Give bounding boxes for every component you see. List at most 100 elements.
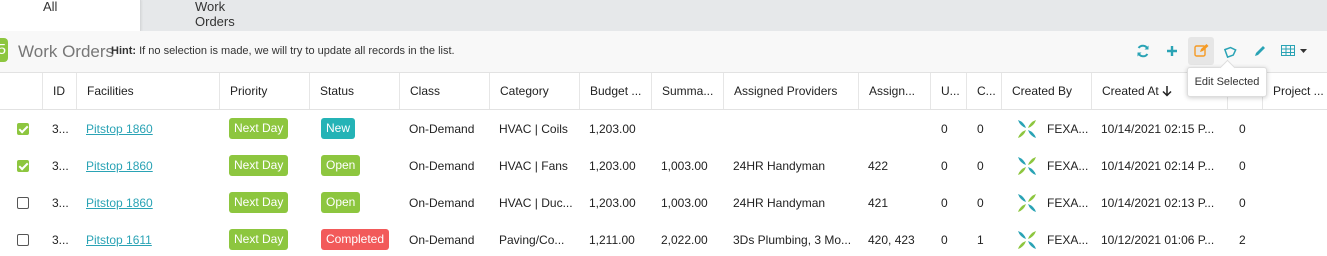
cell-summary (651, 110, 723, 147)
cell-u: 0 (941, 158, 948, 173)
cell-class: On-Demand (409, 121, 475, 136)
column-header-category[interactable]: Category (489, 73, 579, 109)
facility-link[interactable]: Pitstop 1860 (86, 196, 153, 210)
cell-priority: Next Day (219, 110, 309, 147)
cell-assigned: 422 (868, 158, 889, 173)
cell-class: On-Demand (409, 232, 475, 247)
list-header: 5 Work Orders Hint: If no selection is m… (0, 31, 1327, 73)
cell-budget: 1,203.00 (589, 195, 636, 210)
hint-text: Hint: If no selection is made, we will t… (111, 44, 455, 58)
cell-category: HVAC | Fans (499, 158, 568, 173)
column-header-created-by[interactable]: Created By (1001, 73, 1091, 109)
created-by-text: FEXA... (1047, 232, 1089, 247)
row-checkbox[interactable] (17, 233, 29, 246)
cell-summary: 1,003.00 (661, 158, 708, 173)
cell-providers: 3Ds Plumbing, 3 Mo... (733, 232, 852, 247)
cell-category: HVAC | Duc... (499, 195, 573, 210)
cell-budget: 1,203.00 (589, 158, 636, 173)
column-header-assigned-providers[interactable]: Assigned Providers (723, 73, 858, 109)
fexa-logo-icon (1018, 230, 1036, 249)
cell-status: Completed (309, 221, 399, 256)
select-column-header (0, 73, 42, 109)
cell-budget: 1,203.00 (589, 121, 636, 136)
cell-facility: Pitstop 1860 (76, 147, 219, 184)
cell-created-at: 10/12/2021 01:06 P... (1101, 232, 1215, 247)
column-header-facilities[interactable]: Facilities (76, 73, 219, 109)
cell-facility: Pitstop 1860 (76, 110, 219, 147)
fexa-logo-icon (1018, 193, 1036, 212)
tab-bar: All Work Orders (0, 0, 1327, 31)
cell-checkbox (0, 184, 42, 221)
cell-checkbox (0, 110, 42, 147)
cell-u: 0 (941, 232, 948, 247)
cell-assigned: 421 (868, 195, 889, 210)
plus-icon[interactable] (1159, 39, 1185, 63)
edit-selected-tooltip: Edit Selected (1187, 67, 1267, 97)
cell-c: 0 (977, 158, 984, 173)
cell-class: On-Demand (409, 195, 475, 210)
table-row[interactable]: 3... Pitstop 1860 Next Day New On-Demand HVAC… (0, 110, 1327, 147)
tab-work-orders-label: Work Orders (195, 0, 235, 29)
sort-down-icon (1162, 85, 1172, 97)
cell-created-by: FEXA... (1001, 184, 1091, 221)
cell-checkbox (0, 221, 42, 256)
columns-icon[interactable] (1277, 39, 1313, 63)
table-row[interactable]: 3... Pitstop 1860 Next Day Open On-Demand HVA… (0, 147, 1327, 184)
cell-created-at: 10/14/2021 02:14 P... (1101, 158, 1215, 173)
cell-project (1262, 221, 1327, 256)
cell-created-by: FEXA... (1001, 221, 1091, 256)
table-row[interactable]: 3... Pitstop 1611 Next Day Completed On-Dema… (0, 221, 1327, 256)
priority-badge: Next Day (229, 118, 289, 139)
column-header-u[interactable]: U... (930, 73, 966, 109)
cell-budget: 1,211.00 (589, 232, 635, 247)
column-header-summary[interactable]: Summa... (651, 73, 723, 109)
cell-category: Paving/Co... (499, 232, 565, 247)
cell-facility: Pitstop 1860 (76, 184, 219, 221)
column-header-c[interactable]: C... (966, 73, 1001, 109)
facility-link[interactable]: Pitstop 1860 (86, 122, 153, 136)
cell-priority: Next Day (219, 184, 309, 221)
status-badge: Completed (321, 229, 390, 250)
cell-providers (723, 110, 858, 147)
cell-status: New (309, 110, 399, 147)
column-header-id[interactable]: ID (42, 73, 76, 109)
cell-created-by: FEXA... (1001, 147, 1091, 184)
cell-priority: Next Day (219, 221, 309, 256)
refresh-icon[interactable] (1130, 39, 1156, 63)
status-badge: New (321, 118, 356, 139)
priority-badge: Next Day (229, 192, 289, 213)
cell-project (1262, 184, 1327, 221)
cell-assigned: 420, 423 (868, 232, 915, 247)
cell-providers: 24HR Handyman (733, 158, 826, 173)
table-header-row: ID Facilities Priority Status Class Cate… (0, 73, 1327, 110)
cell-facility: Pitstop 1611 (76, 221, 219, 256)
priority-badge: Next Day (229, 229, 289, 250)
tab-all[interactable]: All (0, 0, 141, 31)
row-checkbox[interactable] (17, 122, 29, 135)
row-checkbox[interactable] (17, 196, 29, 209)
column-header-project[interactable]: Project ... (1262, 73, 1327, 109)
hint-label: Hint: (111, 45, 137, 57)
tag-icon[interactable] (1217, 39, 1243, 63)
table-row[interactable]: 3... Pitstop 1860 Next Day Open On-Demand HVA… (0, 184, 1327, 221)
created-by-text: FEXA... (1047, 195, 1089, 210)
cell-c: 1 (977, 232, 984, 247)
fexa-logo-icon (1018, 156, 1036, 175)
pencil-icon[interactable] (1246, 39, 1272, 63)
cell-extra: 2 (1239, 232, 1246, 247)
cell-summary: 2,022.00 (661, 232, 708, 247)
column-header-class[interactable]: Class (399, 73, 489, 109)
facility-link[interactable]: Pitstop 1611 (86, 233, 152, 247)
row-checkbox[interactable] (17, 159, 29, 172)
facility-link[interactable]: Pitstop 1860 (86, 159, 153, 173)
column-header-assigned[interactable]: Assign... (858, 73, 930, 109)
created-at-label: Created At (1102, 84, 1159, 98)
column-header-status[interactable]: Status (309, 73, 399, 109)
priority-badge: Next Day (229, 155, 289, 176)
column-header-budget[interactable]: Budget ... (579, 73, 651, 109)
column-header-priority[interactable]: Priority (219, 73, 309, 109)
cell-summary: 1,003.00 (661, 195, 708, 210)
edit-icon[interactable] (1188, 37, 1214, 65)
cell-project (1262, 147, 1327, 184)
cell-extra: 0 (1239, 195, 1246, 210)
